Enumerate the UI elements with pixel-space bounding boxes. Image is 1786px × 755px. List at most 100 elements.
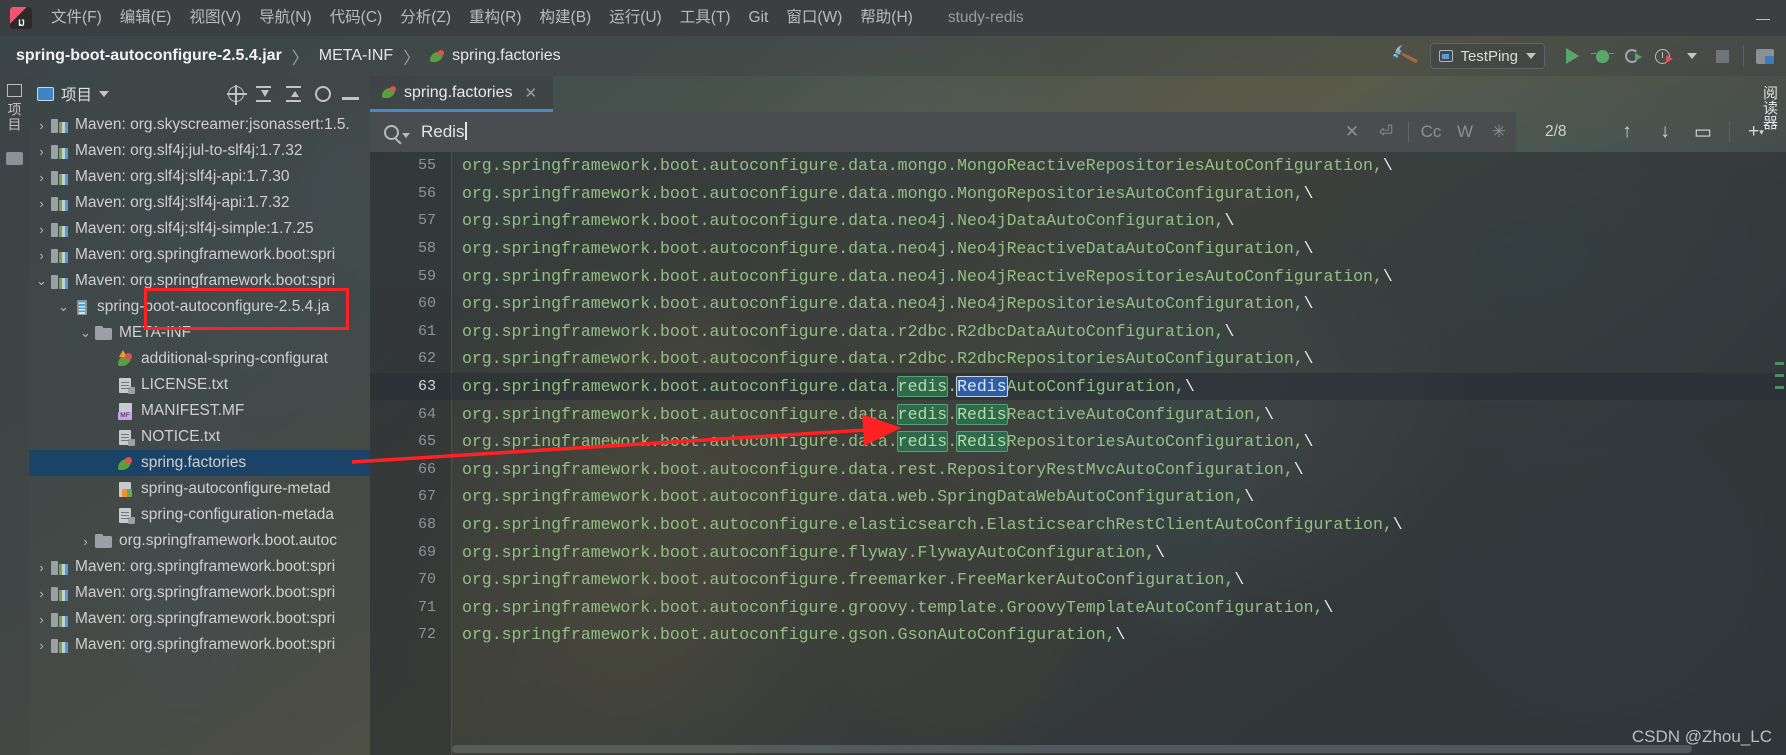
- chevron-right-icon[interactable]: ›: [35, 144, 48, 159]
- collapse-all-icon[interactable]: [285, 85, 304, 104]
- tree-node[interactable]: › additional-spring-configurat: [29, 346, 370, 372]
- code-line[interactable]: 65 org.springframework.boot.autoconfigure…: [418, 428, 1786, 456]
- code-line[interactable]: 61 org.springframework.boot.autoconfigure…: [418, 318, 1786, 346]
- project-view-chevron-down-icon[interactable]: [99, 91, 110, 97]
- menu-refactor[interactable]: 重构(R): [460, 0, 531, 36]
- chevron-right-icon[interactable]: ›: [35, 170, 48, 185]
- menu-help[interactable]: 帮助(H): [851, 0, 922, 36]
- tree-node-selected[interactable]: › spring.factories: [29, 450, 370, 476]
- clear-search-icon[interactable]: ✕: [1335, 112, 1369, 152]
- match-case-toggle[interactable]: Cc: [1414, 112, 1448, 152]
- breadcrumb-spring-factories[interactable]: spring.factories: [452, 47, 561, 65]
- previous-match-icon[interactable]: ↑: [1610, 115, 1644, 149]
- locate-icon[interactable]: [227, 85, 247, 105]
- project-tree[interactable]: › Maven: org.skyscreamer:jsonassert:1.5. ›…: [29, 112, 370, 658]
- profiler-dropdown-icon[interactable]: [1677, 41, 1707, 71]
- code-line[interactable]: 68 org.springframework.boot.autoconfigure…: [418, 511, 1786, 539]
- profiler-button[interactable]: [1647, 41, 1677, 71]
- code-line[interactable]: 58 org.springframework.boot.autoconfigure…: [418, 235, 1786, 263]
- code-line[interactable]: 56 org.springframework.boot.autoconfigure…: [418, 180, 1786, 208]
- search-history-icon[interactable]: ⏎: [1369, 112, 1403, 152]
- tree-node[interactable]: › NOTICE.txt: [29, 424, 370, 450]
- tree-node[interactable]: › Maven: org.slf4j:slf4j-api:1.7.30: [29, 164, 370, 190]
- code-line[interactable]: 62 org.springframework.boot.autoconfigure…: [418, 345, 1786, 373]
- chevron-right-icon[interactable]: ›: [35, 118, 48, 133]
- menu-edit[interactable]: 编辑(E): [111, 0, 181, 36]
- expand-all-icon[interactable]: [255, 85, 274, 104]
- chevron-down-icon[interactable]: ⌄: [57, 299, 70, 315]
- chevron-down-icon[interactable]: ⌄: [35, 273, 48, 289]
- menu-code[interactable]: 代码(C): [321, 0, 392, 36]
- menu-git[interactable]: Git: [740, 0, 778, 36]
- tree-node[interactable]: › Maven: org.skyscreamer:jsonassert:1.5.: [29, 112, 370, 138]
- tree-node[interactable]: › Maven: org.springframework.boot:spri: [29, 580, 370, 606]
- code-line[interactable]: 55 org.springframework.boot.autoconfigure…: [418, 152, 1786, 180]
- tool-window-project-label[interactable]: 项目: [5, 102, 25, 132]
- breadcrumb-jar[interactable]: spring-boot-autoconfigure-2.5.4.jar: [16, 47, 282, 65]
- chevron-down-icon[interactable]: ⌄: [79, 325, 92, 341]
- code-line[interactable]: 63 org.springframework.boot.autoconfigure…: [370, 372, 1786, 401]
- tree-node[interactable]: › Maven: org.springframework.boot:spri: [29, 242, 370, 268]
- close-icon[interactable]: ✕: [525, 84, 538, 102]
- chevron-right-icon[interactable]: ›: [35, 222, 48, 237]
- chevron-right-icon[interactable]: ›: [35, 248, 48, 263]
- code-line[interactable]: 71 org.springframework.boot.autoconfigure…: [418, 594, 1786, 622]
- code-line[interactable]: 60 org.springframework.boot.autoconfigure…: [418, 290, 1786, 318]
- run-with-coverage-button[interactable]: [1617, 41, 1647, 71]
- chevron-right-icon[interactable]: ›: [35, 586, 48, 601]
- structure-icon[interactable]: [7, 84, 22, 97]
- search-input[interactable]: Redis: [421, 122, 467, 142]
- tree-node[interactable]: › Maven: org.slf4j:slf4j-simple:1.7.25: [29, 216, 370, 242]
- chevron-right-icon[interactable]: ›: [35, 612, 48, 627]
- tree-node[interactable]: › Maven: org.springframework.boot:spri: [29, 554, 370, 580]
- breadcrumb-meta-inf[interactable]: META-INF: [319, 47, 393, 65]
- chevron-right-icon[interactable]: ›: [35, 196, 48, 211]
- code-line[interactable]: 66 org.springframework.boot.autoconfigure…: [418, 456, 1786, 484]
- menu-file[interactable]: 文件(F): [42, 0, 111, 36]
- code-line[interactable]: 64 org.springframework.boot.autoconfigure…: [418, 400, 1786, 428]
- minimize-button[interactable]: —: [1740, 0, 1786, 36]
- horizontal-scrollbar[interactable]: [452, 745, 1692, 753]
- code-lines[interactable]: 55 org.springframework.boot.autoconfigure…: [370, 152, 1786, 755]
- tree-node[interactable]: › MANIFEST.MF: [29, 398, 370, 424]
- tree-node[interactable]: › Maven: org.slf4j:jul-to-slf4j:1.7.32: [29, 138, 370, 164]
- run-button[interactable]: [1557, 41, 1587, 71]
- menu-analyze[interactable]: 分析(Z): [391, 0, 460, 36]
- tree-node[interactable]: › Maven: org.springframework.boot:spri: [29, 632, 370, 658]
- code-line[interactable]: 70 org.springframework.boot.autoconfigure…: [418, 566, 1786, 594]
- menu-tools[interactable]: 工具(T): [671, 0, 740, 36]
- code-line[interactable]: 67 org.springframework.boot.autoconfigure…: [418, 483, 1786, 511]
- menu-view[interactable]: 视图(V): [180, 0, 250, 36]
- menu-run[interactable]: 运行(U): [600, 0, 671, 36]
- editor-tab-spring-factories[interactable]: spring.factories ✕: [370, 76, 554, 112]
- code-line[interactable]: 57 org.springframework.boot.autoconfigure…: [418, 207, 1786, 235]
- tree-node[interactable]: › LICENSE.txt: [29, 372, 370, 398]
- search-everywhere-icon[interactable]: [1750, 41, 1780, 71]
- tree-node[interactable]: › spring-autoconfigure-metad: [29, 476, 370, 502]
- regex-toggle[interactable]: ✳: [1482, 112, 1516, 152]
- run-configuration-selector[interactable]: TestPing: [1430, 43, 1545, 69]
- tree-node[interactable]: › Maven: org.springframework.boot:spri: [29, 606, 370, 632]
- tree-node[interactable]: › org.springframework.boot.autoc: [29, 528, 370, 554]
- stop-button[interactable]: [1707, 41, 1737, 71]
- menu-navigate[interactable]: 导航(N): [250, 0, 321, 36]
- search-history-chevron-icon[interactable]: [402, 133, 410, 138]
- chevron-right-icon[interactable]: ›: [79, 534, 92, 549]
- select-all-occurrences-icon[interactable]: ▭: [1686, 115, 1720, 149]
- editor-scroll-markers[interactable]: [1772, 152, 1786, 752]
- tree-node[interactable]: › Maven: org.slf4j:slf4j-api:1.7.32: [29, 190, 370, 216]
- debug-button[interactable]: [1587, 41, 1617, 71]
- menu-build[interactable]: 构建(B): [531, 0, 601, 36]
- gear-icon[interactable]: [315, 86, 331, 102]
- folder-icon[interactable]: [6, 152, 23, 165]
- tree-node[interactable]: › spring-configuration-metada: [29, 502, 370, 528]
- menu-window[interactable]: 窗口(W): [777, 0, 851, 36]
- reader-mode-label[interactable]: 阅读器: [1759, 85, 1780, 130]
- build-icon[interactable]: 🔨: [1388, 40, 1420, 72]
- chevron-right-icon[interactable]: ›: [35, 638, 48, 653]
- code-line[interactable]: 72 org.springframework.boot.autoconfigure…: [418, 621, 1786, 649]
- code-viewport[interactable]: 55 org.springframework.boot.autoconfigure…: [370, 152, 1786, 755]
- code-line[interactable]: 69 org.springframework.boot.autoconfigure…: [418, 538, 1786, 566]
- hide-panel-icon[interactable]: [342, 97, 359, 100]
- whole-words-toggle[interactable]: W: [1448, 112, 1482, 152]
